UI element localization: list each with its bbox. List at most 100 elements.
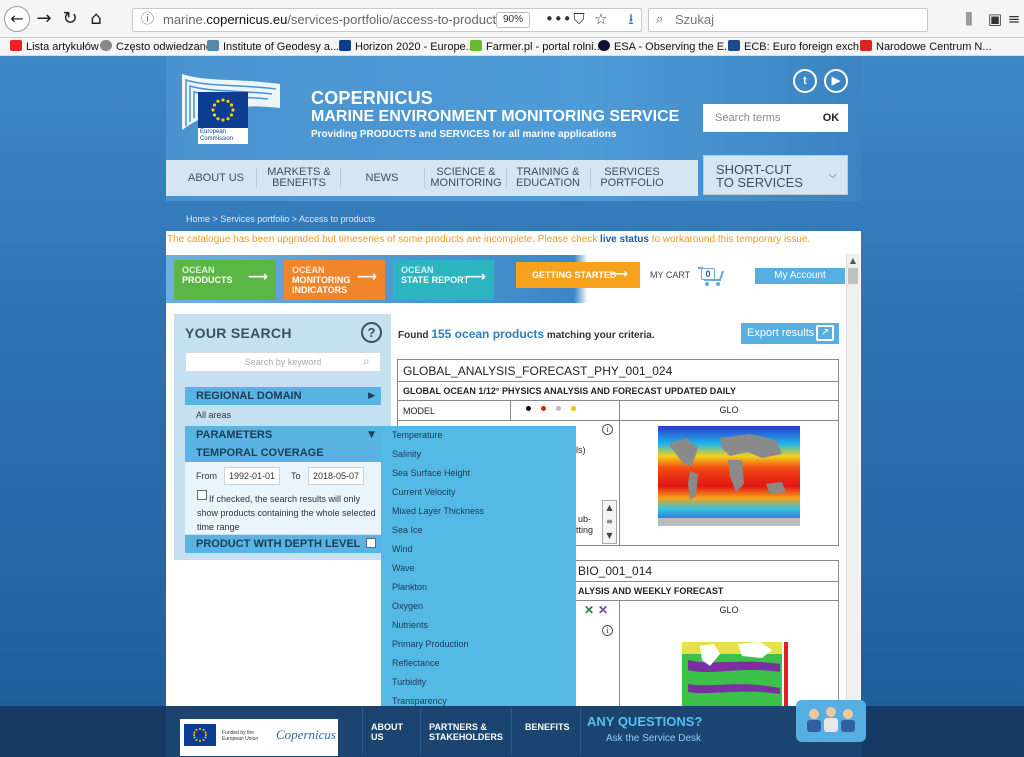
bookmark-item[interactable]: Narodowe Centrum N... [860,39,992,55]
my-cart-label[interactable]: MY CART [650,270,690,280]
my-account-button[interactable]: My Account [755,268,845,284]
ec-logo-text: European Commission [198,128,248,144]
getting-started-button[interactable]: GETTING STARTED ⟶ [516,262,640,288]
forward-arrow-icon[interactable]: → [32,7,56,31]
mini-scroll-icon[interactable]: ▲ ≡ ▼ [602,500,617,544]
parameter-option[interactable]: Oxygen [392,601,423,611]
nav-markets-benefits[interactable]: MARKETS & BENEFITS [258,160,340,196]
product-id[interactable]: GLOBAL_ANALYSIS_FORECAST_PHY_001_024 [398,360,838,382]
bookmark-item[interactable]: Institute of Geodesy a... [207,39,339,55]
parameters-toggle[interactable]: PARAMETERS ▼ [185,426,381,444]
parameter-option[interactable]: Salinity [392,449,421,459]
nav-news[interactable]: NEWS [342,160,422,196]
scrollbar-thumb[interactable] [848,268,858,284]
home-icon[interactable]: ⌂ [84,7,108,31]
product-map-image[interactable] [680,636,790,706]
footer-separator [511,708,512,754]
whole-range-label: If checked, the search results will only… [197,494,376,532]
zoom-badge[interactable]: 90% [496,12,530,28]
menu-icon[interactable]: ≡ [1003,8,1024,30]
regional-domain-toggle[interactable]: REGIONAL DOMAIN ▶ [185,387,381,405]
nav-services-portfolio[interactable]: SERVICES PORTFOLIO [592,160,672,196]
depth-level-checkbox[interactable] [366,538,376,548]
nav-separator [340,168,341,188]
depth-level-header[interactable]: PRODUCT WITH DEPTH LEVEL [185,535,381,553]
product-map-image[interactable] [658,426,800,526]
eu-flag-icon [339,40,351,51]
youtube-icon[interactable]: ▶ [824,69,848,93]
bookmark-item[interactable]: Często odwiedzane [100,39,212,55]
parameter-option[interactable]: Plankton [392,582,427,592]
bookmark-item[interactable]: ESA - Observing the E... [598,39,733,55]
parameter-option[interactable]: Sea Ice [392,525,423,535]
tile-ocean-monitoring-indicators[interactable]: OCEAN MONITORING INDICATORS ⟶ [284,260,385,300]
help-icon[interactable]: ? [361,322,382,343]
copernicus-logo[interactable]: Copernicus [276,727,336,743]
bookmarks-bar: Lista artykułów Często odwiedzane Instit… [0,38,1024,56]
scrollbar[interactable] [846,254,860,706]
info-icon[interactable]: i [602,424,613,435]
info-icon[interactable]: i [602,625,613,636]
temporal-coverage-header[interactable]: TEMPORAL COVERAGE [185,444,381,462]
bookmark-item[interactable]: Farmer.pl - portal rolni... [470,39,603,55]
service-desk-people-icon[interactable] [796,700,866,742]
bookmark-item[interactable]: ECB: Euro foreign exch... [728,39,868,55]
parameter-option[interactable]: Wind [392,544,413,554]
parameter-option[interactable]: Turbidity [392,677,426,687]
bookmark-item[interactable]: Horizon 2020 - Europe... [339,39,475,55]
pocket-icon[interactable]: ⛉ [568,8,590,30]
status-dot [541,406,546,411]
bookmark-star-icon[interactable]: ☆ [590,8,612,30]
arrow-right-icon: ⟶ [609,267,628,282]
regional-domain-value: All areas [196,410,232,420]
parameter-option[interactable]: Nutrients [392,620,428,630]
search-icon[interactable]: ⌕ [363,354,377,368]
parameter-option[interactable]: Mixed Layer Thickness [392,506,484,516]
nav-separator [506,168,507,188]
from-date-input[interactable]: 1992-01-01 [224,467,280,485]
library-icon[interactable]: ⫼ [958,8,980,30]
nav-training-education[interactable]: TRAINING & EDUCATION [508,160,588,196]
nav-science-monitoring[interactable]: SCIENCE & MONITORING [426,160,506,196]
to-date-input[interactable]: 2018-05-07 [308,467,364,485]
shortcut-to-services-dropdown[interactable]: SHORT-CUT TO SERVICES ⌵ [703,155,848,195]
parameter-option[interactable]: Reflectance [392,658,440,668]
reload-icon[interactable]: ↻ [58,7,82,31]
footer-about-us-link[interactable]: ABOUT US [371,722,403,742]
browser-search-bar[interactable]: ⌕ Szukaj [648,8,928,32]
tile-ocean-products[interactable]: OCEAN PRODUCTS ⟶ [174,260,276,300]
page-actions-icon[interactable]: ••• [545,8,572,30]
table-divider [510,400,511,420]
footer-partners-link[interactable]: PARTNERS & STAKEHOLDERS [429,722,503,742]
bookmark-item[interactable]: Lista artykułów [10,39,99,55]
keyword-search-input[interactable]: Search by keyword [185,352,381,372]
parameter-option[interactable]: Primary Production [392,639,469,649]
site-search-ok-button[interactable]: OK [814,104,848,132]
twitter-icon[interactable]: t [793,69,817,93]
nav-separator [256,168,257,188]
arrow-right-icon: ⟶ [356,269,377,285]
breadcrumb[interactable]: Home > Services portfolio > Access to pr… [186,214,375,224]
site-tagline: Providing PRODUCTS and SERVICES for all … [311,129,617,140]
parameter-option[interactable]: Temperature [392,430,443,440]
download-icon[interactable]: ⭳ [620,8,642,30]
nav-about-us[interactable]: ABOUT US [178,160,254,196]
product-partial-text: ub- [578,514,592,524]
live-status-link[interactable]: live status [600,234,649,245]
page-info-icon[interactable]: ⓘ [141,9,154,31]
nav-separator [424,168,425,188]
scroll-up-icon[interactable]: ▲ [846,254,860,268]
tile-ocean-state-report[interactable]: OCEAN STATE REPORT ⟶ [393,260,494,300]
export-results-button[interactable]: Export results ↗ [741,323,839,344]
ask-service-desk-link[interactable]: Ask the Service Desk [606,733,701,744]
back-arrow-icon[interactable]: ← [4,6,30,32]
esa-icon [598,40,610,51]
footer-benefits-link[interactable]: BENEFITS [525,722,570,732]
parameter-option[interactable]: Wave [392,563,415,573]
parameter-option[interactable]: Transparency [392,696,447,706]
european-commission-logo[interactable]: European Commission [176,68,286,150]
results-count-text: Found 155 ocean products matching your c… [398,327,655,341]
any-questions-heading[interactable]: ANY QUESTIONS? [587,714,702,729]
parameter-option[interactable]: Sea Surface Height [392,468,470,478]
parameter-option[interactable]: Current Velocity [392,487,456,497]
